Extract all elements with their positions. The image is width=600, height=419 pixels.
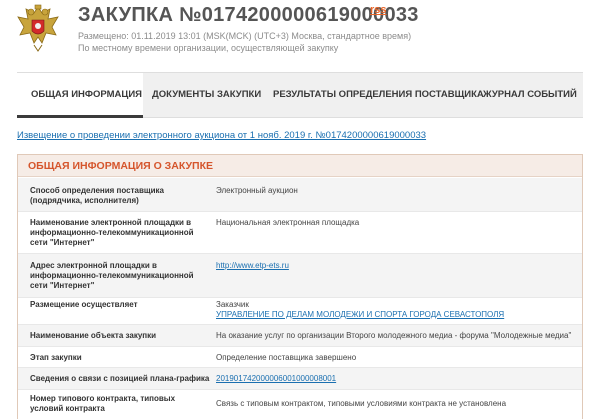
tab-supplier-results[interactable]: РЕЗУЛЬТАТЫ ОПРЕДЕЛЕНИЯ ПОСТАВЩИКА bbox=[273, 73, 484, 117]
published-date: Размещено: 01.11.2019 13:01 (MSK(MCK) (U… bbox=[78, 31, 412, 41]
info-row: Наименование объекта закупки На оказание… bbox=[18, 325, 582, 347]
info-row: Размещение осуществляет Заказчик УПРАВЛЕ… bbox=[18, 298, 582, 325]
tab-documents[interactable]: ДОКУМЕНТЫ ЗАКУПКИ bbox=[152, 73, 261, 117]
row-label: Этап закупки bbox=[30, 353, 82, 362]
tab-bar: ОБЩАЯ ИНФОРМАЦИЯ ДОКУМЕНТЫ ЗАКУПКИ РЕЗУЛ… bbox=[17, 72, 583, 118]
row-label: Адрес электронной площадки в информацион… bbox=[30, 261, 194, 290]
row-value: Определение поставщика завершено bbox=[216, 353, 357, 362]
row-value: Заказчик bbox=[216, 300, 249, 309]
row-value: Национальная электронная площадка bbox=[216, 218, 360, 227]
general-info-section: ОБЩАЯ ИНФОРМАЦИЯ О ЗАКУПКЕ Способ опреде… bbox=[17, 154, 583, 419]
rss-link[interactable]: rss bbox=[370, 4, 387, 16]
page-title: ЗАКУПКА №0174200000619000033 bbox=[78, 4, 419, 26]
info-row: Этап закупки Определение поставщика заве… bbox=[18, 347, 582, 368]
info-row: Наименование электронной площадки в инфо… bbox=[18, 212, 582, 254]
customer-link[interactable]: УПРАВЛЕНИЕ ПО ДЕЛАМ МОЛОДЕЖИ И СПОРТА ГО… bbox=[216, 310, 504, 320]
row-label: Наименование электронной площадки в инфо… bbox=[30, 218, 194, 247]
row-value: Связь с типовым контрактом, типовыми усл… bbox=[216, 399, 507, 408]
info-row: Сведения о связи с позицией плана-график… bbox=[18, 368, 582, 390]
info-row: Способ определения поставщика (подрядчик… bbox=[18, 178, 582, 212]
page-header: ЗАКУПКА №0174200000619000033 rss Размеще… bbox=[0, 0, 600, 60]
section-title: ОБЩАЯ ИНФОРМАЦИЯ О ЗАКУПКЕ bbox=[28, 160, 214, 172]
tab-general-info[interactable]: ОБЩАЯ ИНФОРМАЦИЯ bbox=[17, 73, 143, 118]
row-label: Наименование объекта закупки bbox=[30, 331, 157, 340]
notice-link[interactable]: Извещение о проведении электронного аукц… bbox=[17, 130, 426, 141]
plan-schedule-link[interactable]: 201901742000006001000008001 bbox=[216, 374, 336, 384]
section-header: ОБЩАЯ ИНФОРМАЦИЯ О ЗАКУПКЕ bbox=[18, 155, 582, 177]
row-value: Электронный аукцион bbox=[216, 186, 298, 195]
row-value: На оказание услуг по организации Второго… bbox=[216, 331, 572, 340]
info-row: Адрес электронной площадки в информацион… bbox=[18, 254, 582, 298]
row-label: Размещение осуществляет bbox=[30, 300, 138, 309]
info-row: Номер типового контракта, типовых услови… bbox=[18, 390, 582, 419]
tab-event-log[interactable]: ЖУРНАЛ СОБЫТИЙ bbox=[483, 73, 577, 117]
row-label: Сведения о связи с позицией плана-график… bbox=[30, 374, 210, 383]
coat-of-arms-icon bbox=[17, 4, 59, 52]
row-label: Номер типового контракта, типовых услови… bbox=[30, 394, 176, 413]
timezone-note: По местному времени организации, осущест… bbox=[78, 43, 339, 53]
platform-url-link[interactable]: http://www.etp-ets.ru bbox=[216, 261, 289, 271]
row-label: Способ определения поставщика (подрядчик… bbox=[30, 186, 165, 205]
